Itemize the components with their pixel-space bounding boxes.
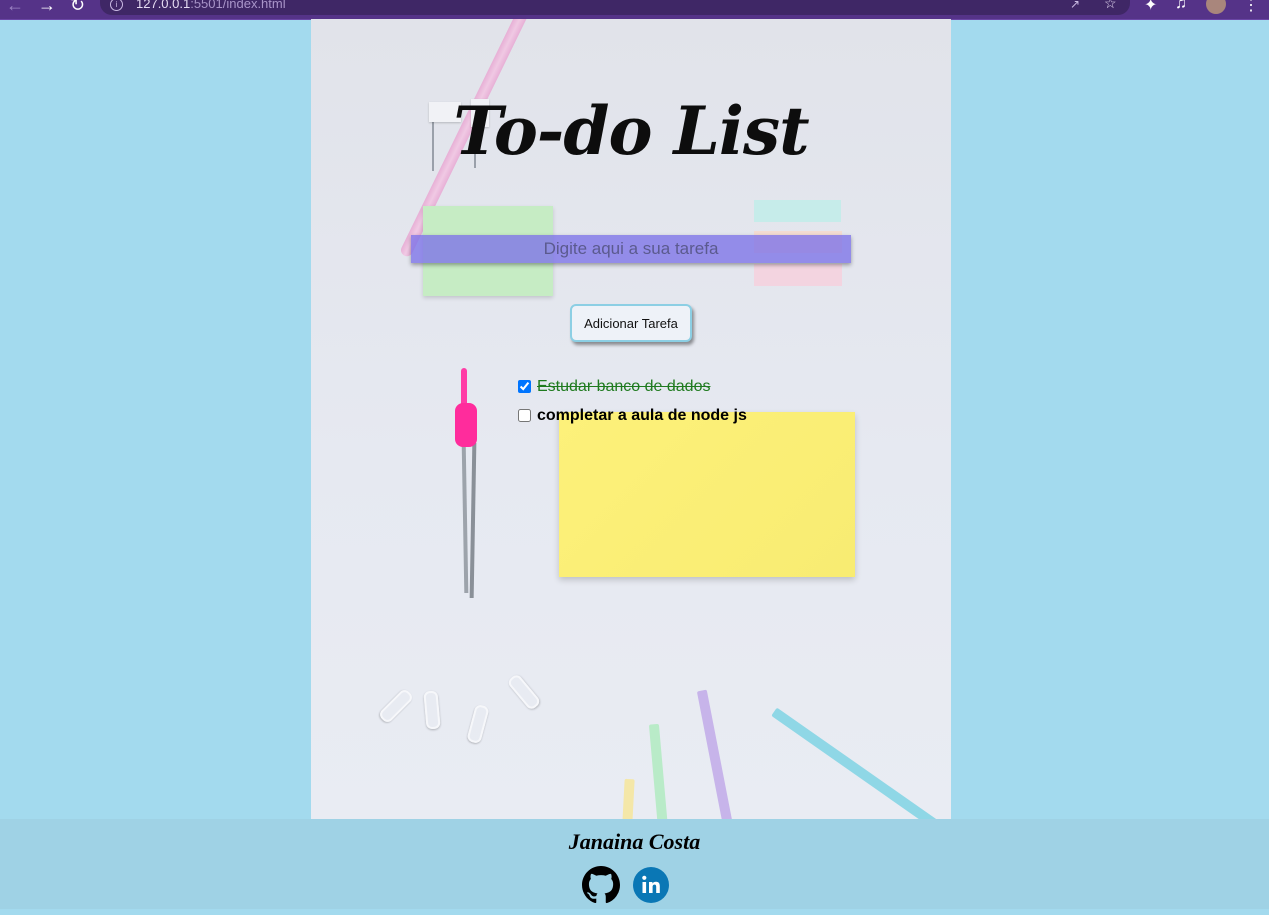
address-bar[interactable]: i 127.0.0.1:5501/index.html ↗ ☆: [100, 0, 1130, 15]
back-icon[interactable]: ←: [6, 0, 24, 16]
bookmark-star-icon[interactable]: ☆: [1104, 0, 1117, 12]
pencil: [771, 707, 941, 819]
menu-kebab-icon[interactable]: ⋮: [1243, 0, 1259, 15]
task-input[interactable]: [411, 235, 851, 263]
paperclip: [377, 687, 415, 725]
add-task-button[interactable]: Adicionar Tarefa: [570, 304, 692, 342]
compass-leg: [461, 442, 469, 594]
pink-sticky-note: [754, 264, 842, 286]
task-label: completar a aula de node js: [537, 406, 747, 424]
task-item: Estudar banco de dados: [517, 372, 747, 401]
pencil: [696, 689, 740, 819]
site-info-icon[interactable]: i: [110, 0, 123, 11]
task-label: Estudar banco de dados: [537, 377, 711, 395]
paperclip: [466, 703, 490, 745]
pencil: [617, 778, 635, 819]
linkedin-icon: [633, 867, 669, 903]
address-url: 127.0.0.1:5501/index.html: [136, 0, 286, 11]
teal-sticky-note: [754, 200, 841, 222]
paperclip: [423, 690, 441, 730]
page-title: To-do List: [453, 92, 809, 170]
yellow-sticky-note: [559, 412, 855, 577]
github-icon: [582, 866, 620, 904]
github-link[interactable]: [582, 866, 620, 904]
profile-avatar[interactable]: [1206, 0, 1226, 14]
reload-icon[interactable]: ↻: [70, 0, 85, 16]
task-checkbox[interactable]: [518, 380, 531, 393]
compass-body: [455, 403, 477, 447]
pencil: [648, 723, 672, 819]
forward-icon[interactable]: →: [38, 0, 56, 16]
compass-handle: [461, 368, 467, 408]
compass-leg: [469, 442, 477, 599]
task-list: Estudar banco de dados completar a aula …: [517, 372, 747, 430]
footer: Janaina Costa: [0, 819, 1269, 909]
share-icon[interactable]: ↗: [1070, 0, 1080, 11]
paperclip: [506, 672, 542, 712]
task-checkbox[interactable]: [518, 409, 531, 422]
author-name: Janaina Costa: [568, 829, 701, 854]
browser-toolbar: ← → ↻ i 127.0.0.1:5501/index.html ↗ ☆ ✦ …: [0, 0, 1269, 20]
media-control-icon[interactable]: ♫: [1175, 0, 1187, 13]
linkedin-link[interactable]: [632, 866, 670, 904]
extensions-icon[interactable]: ✦: [1144, 0, 1157, 15]
task-item: completar a aula de node js: [517, 401, 747, 430]
